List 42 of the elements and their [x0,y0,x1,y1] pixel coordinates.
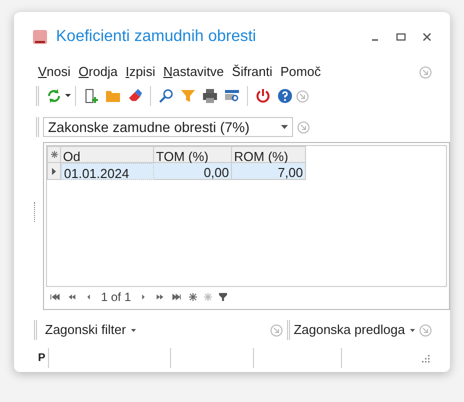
asterisk-icon [50,151,58,158]
column-header[interactable]: ROM (%) [232,146,306,163]
menu-item[interactable]: Vnosi [38,62,71,82]
column-header[interactable]: TOM (%) [154,146,232,163]
menu-item[interactable]: Šifranti [232,62,272,82]
menu-item[interactable]: Orodja [78,62,118,82]
caret-icon [410,328,415,332]
caret-icon [130,328,136,332]
new-document-icon[interactable] [83,88,99,104]
pager-back-icon[interactable] [50,293,60,301]
eraser-icon[interactable] [127,88,143,104]
maximize-icon[interactable] [396,32,406,42]
table-cell: 01.01.2024 [61,163,154,180]
menu-item[interactable]: Izpisi [126,62,156,82]
pager-forward-icon[interactable] [172,293,182,301]
filter-icon[interactable] [219,293,228,301]
template-dropdown[interactable]: Zagonska predloga [294,320,415,340]
pager-forward-icon[interactable] [155,293,166,301]
menu-item[interactable]: Pomoč [280,62,321,82]
help-icon[interactable] [277,88,293,104]
column-header[interactable]: Od [61,146,154,163]
page-indicator: 1 of 1 [101,289,132,306]
printer-icon[interactable] [202,88,218,104]
asterisk-icon[interactable] [189,293,198,301]
power-icon[interactable] [255,88,271,104]
search-icon[interactable] [158,88,174,104]
resize-grip-icon[interactable] [421,354,430,362]
app-logo-icon [32,29,48,45]
row-indicator[interactable] [47,163,61,180]
current-row-icon [52,168,56,174]
table-cell: 7,00 [232,163,306,180]
table-search-icon[interactable] [224,88,240,104]
menu-item[interactable]: Nastavitve [163,62,224,82]
caret-icon[interactable] [65,94,71,98]
caret-icon [281,125,288,129]
window-title: Koeficienti zamudnih obresti [56,27,256,47]
filter-dropdown[interactable]: Zagonski filter [45,320,136,340]
pager-back-icon[interactable] [67,293,77,301]
table-cell: 0,00 [154,163,232,180]
close-icon[interactable] [422,32,432,42]
selector-dropdown[interactable]: Zakonske zamudne obresti (7%) [43,117,293,137]
status-label: P [38,350,46,366]
